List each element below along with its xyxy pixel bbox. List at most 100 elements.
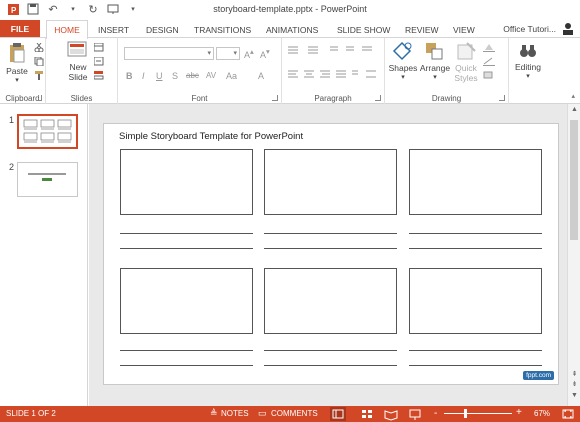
previous-slide-icon[interactable]: ⇞ <box>570 370 579 378</box>
scroll-down-arrow-icon[interactable]: ▼ <box>570 392 579 399</box>
notes-button[interactable]: NOTES <box>221 409 249 418</box>
underline-button[interactable]: U <box>156 71 163 81</box>
tab-review[interactable]: REVIEW <box>405 22 439 38</box>
scrollbar-thumb[interactable] <box>570 120 578 240</box>
ribbon-tabs: FILE HOME INSERT DESIGN TRANSITIONS ANIM… <box>0 20 580 39</box>
tab-file[interactable]: FILE <box>0 20 40 38</box>
font-dialog-launcher-icon[interactable] <box>272 95 278 101</box>
current-slide[interactable]: Simple Storyboard Template for PowerPoin… <box>103 123 559 385</box>
fit-slide-icon[interactable] <box>561 407 575 422</box>
shapes-button[interactable]: Shapes ▾ <box>388 41 418 83</box>
strikethrough-button[interactable]: abc <box>186 71 199 80</box>
increase-font-size-icon[interactable]: A▴ <box>244 47 254 60</box>
slide-show-view-icon[interactable] <box>408 407 422 422</box>
storyboard-frame[interactable] <box>120 268 253 334</box>
shape-outline-icon[interactable] <box>483 57 497 66</box>
shape-effects-icon[interactable] <box>483 71 497 80</box>
reset-icon[interactable] <box>93 56 106 66</box>
slide-counter: SLIDE 1 OF 2 <box>6 409 56 418</box>
reading-view-icon[interactable] <box>384 407 398 422</box>
font-color-button[interactable]: A <box>258 71 264 81</box>
tab-design[interactable]: DESIGN <box>146 22 179 38</box>
character-spacing-button[interactable]: AV <box>206 71 216 80</box>
tab-slide-show[interactable]: SLIDE SHOW <box>337 22 390 38</box>
caption-line[interactable] <box>120 248 253 249</box>
normal-view-icon[interactable] <box>330 407 346 421</box>
storyboard-frame[interactable] <box>264 149 397 215</box>
cut-icon[interactable] <box>34 42 44 53</box>
format-painter-icon[interactable] <box>34 71 44 80</box>
arrange-icon <box>424 43 446 63</box>
caption-line[interactable] <box>120 233 253 234</box>
change-case-button[interactable]: Aa <box>226 71 237 81</box>
slide-thumbnail-2[interactable] <box>17 162 78 197</box>
slide-title[interactable]: Simple Storyboard Template for PowerPoin… <box>119 131 303 142</box>
caption-line[interactable] <box>264 248 397 249</box>
vertical-scrollbar[interactable]: ▲ ⇞ ⇟ ▼ <box>567 104 580 406</box>
comments-icon[interactable]: ▭ <box>258 408 267 419</box>
font-size-dropdown[interactable]: ▾ <box>216 47 240 60</box>
paragraph-group-label: Paragraph <box>314 94 352 103</box>
status-bar: SLIDE 1 OF 2 ≜ NOTES ▭ COMMENTS - + 67% <box>0 406 580 422</box>
clipboard-group: Paste ▾ Clipboard <box>0 38 46 104</box>
decrease-font-size-icon[interactable]: A▾ <box>260 47 270 60</box>
caption-line[interactable] <box>264 365 397 366</box>
slides-group-label: Slides <box>70 94 93 103</box>
scroll-up-arrow-icon[interactable]: ▲ <box>570 106 579 113</box>
zoom-in-button[interactable]: + <box>516 407 522 418</box>
zoom-out-button[interactable]: - <box>434 408 437 419</box>
paste-icon <box>7 43 27 66</box>
caption-line[interactable] <box>264 350 397 351</box>
caption-line[interactable] <box>409 248 542 249</box>
drawing-dialog-launcher-icon[interactable] <box>499 95 505 101</box>
tab-home[interactable]: HOME <box>46 20 88 39</box>
shape-fill-icon[interactable] <box>483 43 497 52</box>
account-name[interactable]: Office Tutori... <box>503 24 556 34</box>
caption-line[interactable] <box>120 350 253 351</box>
comments-button[interactable]: COMMENTS <box>271 409 318 418</box>
tab-view[interactable]: VIEW <box>453 22 475 38</box>
bold-button[interactable]: B <box>126 71 133 81</box>
paste-button[interactable]: Paste ▾ <box>4 42 30 86</box>
caption-line[interactable] <box>409 365 542 366</box>
quick-styles-label-2: Styles <box>454 73 478 83</box>
caption-line[interactable] <box>264 233 397 234</box>
tab-animations[interactable]: ANIMATIONS <box>266 22 318 38</box>
storyboard-frame[interactable] <box>409 149 542 215</box>
tab-insert[interactable]: INSERT <box>98 22 129 38</box>
storyboard-frame[interactable] <box>120 149 253 215</box>
editing-label: Editing <box>515 62 541 72</box>
window-title: storyboard-template.pptx - PowerPoint <box>213 4 367 14</box>
copy-icon[interactable] <box>34 56 44 67</box>
new-slide-button[interactable]: New Slide <box>64 40 92 82</box>
account-avatar-icon[interactable] <box>562 22 574 35</box>
collapse-ribbon-icon[interactable]: ▴ <box>571 92 575 100</box>
caption-line[interactable] <box>409 350 542 351</box>
paragraph-dialog-launcher-icon[interactable] <box>375 95 381 101</box>
italic-button[interactable]: I <box>142 71 145 81</box>
section-icon[interactable] <box>93 71 106 80</box>
zoom-slider-thumb[interactable] <box>464 409 467 418</box>
font-family-dropdown[interactable]: ▾ <box>124 47 214 60</box>
slide-sorter-view-icon[interactable] <box>360 407 374 422</box>
shapes-icon <box>392 41 414 63</box>
arrange-button[interactable]: Arrange ▾ <box>419 41 451 83</box>
slide-thumbnail-1[interactable] <box>17 114 78 149</box>
quick-styles-button[interactable]: Quick Styles <box>451 41 481 83</box>
tab-transitions[interactable]: TRANSITIONS <box>194 22 251 38</box>
shadow-button[interactable]: S <box>172 71 178 81</box>
notes-icon[interactable]: ≜ <box>210 408 218 419</box>
storyboard-frame[interactable] <box>409 268 542 334</box>
storyboard-frame[interactable] <box>264 268 397 334</box>
clipboard-dialog-launcher-icon[interactable] <box>36 95 42 101</box>
caption-line[interactable] <box>409 233 542 234</box>
zoom-slider-track[interactable] <box>444 413 512 414</box>
paragraph-buttons-icon[interactable] <box>286 44 382 88</box>
new-slide-label-2: Slide <box>68 72 88 82</box>
next-slide-icon[interactable]: ⇟ <box>570 380 579 388</box>
editing-button[interactable]: Editing ▾ <box>511 42 545 82</box>
zoom-level[interactable]: 67% <box>534 409 550 418</box>
editing-group: Editing ▾ <box>509 38 549 104</box>
caption-line[interactable] <box>120 365 253 366</box>
layout-icon[interactable] <box>93 42 106 52</box>
